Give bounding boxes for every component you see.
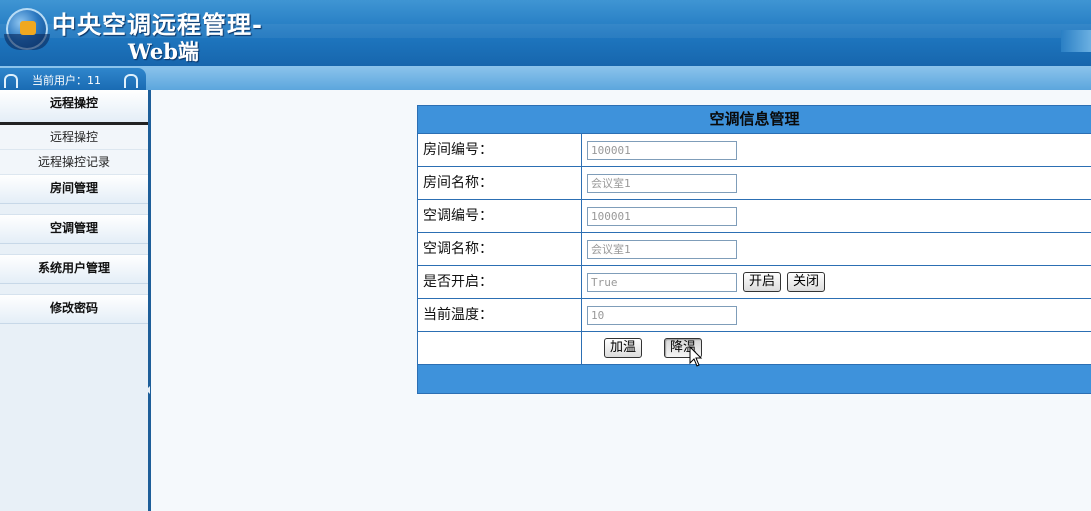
power-on-button[interactable]: 开启 bbox=[743, 272, 782, 292]
sidebar-section-remote-control[interactable]: 远程操控 bbox=[0, 90, 148, 125]
sidebar-section-room-management[interactable]: 房间管理 bbox=[0, 175, 148, 204]
panel-footer bbox=[418, 365, 1091, 393]
room-name-label: 房间名称： bbox=[418, 167, 582, 199]
sidebar-divider bbox=[0, 204, 148, 215]
app-title-line2: Web端 bbox=[128, 39, 199, 64]
power-state-label: 是否开启： bbox=[418, 266, 582, 298]
empty-label bbox=[418, 332, 582, 364]
room-id-label: 房间编号： bbox=[418, 134, 582, 166]
app-logo-icon bbox=[4, 8, 50, 50]
current-user-label: 当前用户：11 bbox=[32, 74, 101, 87]
sidebar-collapse-icon[interactable] bbox=[146, 386, 150, 394]
ac-name-label: 空调名称： bbox=[418, 233, 582, 265]
sidebar-section-system-user-management[interactable]: 系统用户管理 bbox=[0, 255, 148, 284]
hook-icon bbox=[4, 74, 18, 88]
room-name-input[interactable]: 会议室1 bbox=[587, 173, 737, 193]
sidebar-section-ac-management[interactable]: 空调管理 bbox=[0, 215, 148, 244]
ac-name-input[interactable]: 会议室1 bbox=[587, 239, 737, 259]
form-row-room-name: 房间名称： 会议室1 bbox=[418, 167, 1091, 200]
power-state-input[interactable]: True bbox=[587, 272, 737, 292]
current-temp-label: 当前温度： bbox=[418, 299, 582, 331]
panel-title: 空调信息管理 bbox=[418, 106, 1091, 134]
form-row-ac-id: 空调编号： 100001 bbox=[418, 200, 1091, 233]
form-row-power-state: 是否开启： True 开启 关闭 bbox=[418, 266, 1091, 299]
ac-id-input[interactable]: 100001 bbox=[587, 206, 737, 226]
current-user-tab: 当前用户：11 bbox=[0, 68, 146, 90]
form-row-ac-name: 空调名称： 会议室1 bbox=[418, 233, 1091, 266]
mouse-cursor-icon bbox=[689, 346, 703, 367]
form-row-current-temp: 当前温度： 10 bbox=[418, 299, 1091, 332]
sidebar-section-change-password[interactable]: 修改密码 bbox=[0, 295, 148, 324]
header-decoration bbox=[1061, 30, 1091, 52]
app-title-line1: 中央空调远程管理- bbox=[52, 10, 263, 39]
room-id-input[interactable]: 100001 bbox=[587, 140, 737, 160]
form-row-temp-controls: 加温 降温 bbox=[418, 332, 1091, 365]
sidebar-divider bbox=[0, 284, 148, 295]
ac-id-label: 空调编号： bbox=[418, 200, 582, 232]
sidebar-item-remote-control-log[interactable]: 远程操控记录 bbox=[0, 150, 148, 175]
sidebar: 远程操控 远程操控 远程操控记录 房间管理 空调管理 系统用户管理 修改密码 bbox=[0, 90, 151, 511]
ac-info-panel: 空调信息管理 房间编号： 100001 房间名称： 会议室1 空调编号： 100… bbox=[417, 105, 1091, 394]
increase-temp-button[interactable]: 加温 bbox=[604, 338, 643, 358]
sidebar-divider bbox=[0, 244, 148, 255]
app-header: 中央空调远程管理- Web端 bbox=[0, 0, 1091, 66]
power-off-button[interactable]: 关闭 bbox=[787, 272, 826, 292]
sidebar-item-remote-control[interactable]: 远程操控 bbox=[0, 125, 148, 150]
user-bar bbox=[0, 66, 1091, 90]
form-row-room-id: 房间编号： 100001 bbox=[418, 134, 1091, 167]
current-temp-input[interactable]: 10 bbox=[587, 305, 737, 325]
hook-icon bbox=[124, 74, 138, 88]
